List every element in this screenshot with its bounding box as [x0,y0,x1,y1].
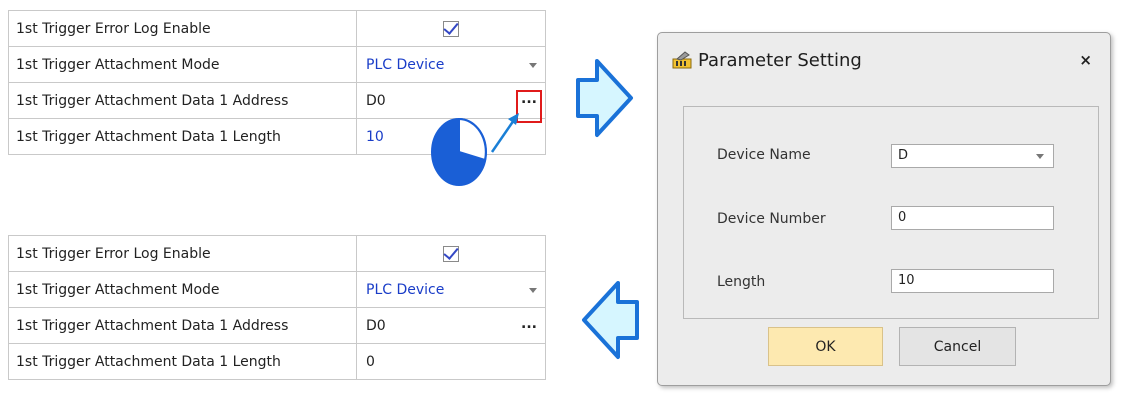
property-label: 1st Trigger Attachment Data 1 Address [9,308,357,344]
property-value: D0 ... [357,308,546,344]
chevron-down-icon[interactable] [1036,154,1044,159]
checkbox[interactable] [443,20,459,37]
property-label: 1st Trigger Error Log Enable [9,11,357,47]
pointer-arrow-icon [490,113,519,153]
ok-button[interactable]: OK [768,327,883,366]
property-label: 1st Trigger Attachment Data 1 Length [9,119,357,155]
property-label: 1st Trigger Attachment Mode [9,272,357,308]
length-label: Length [717,274,766,290]
chevron-down-icon[interactable] [529,62,537,68]
arrow-right-icon [576,59,633,137]
dropdown-value: PLC Device [366,281,445,298]
property-label: 1st Trigger Attachment Mode [9,47,357,83]
length-field[interactable]: 10 [891,269,1054,293]
parameter-setting-icon [672,51,692,69]
device-number-label: Device Number [717,211,826,227]
device-name-label: Device Name [717,147,811,163]
property-value [357,236,546,272]
property-label: 1st Trigger Attachment Data 1 Address [9,83,357,119]
device-name-select[interactable]: D [891,144,1054,168]
length-value: 10 [366,128,384,145]
address-value: D0 [366,92,386,109]
close-button[interactable]: × [1079,51,1092,69]
table-row: 1st Trigger Attachment Data 1 Address D0… [9,308,546,344]
ellipsis-button[interactable]: ... [521,316,537,332]
length-value: 0 [366,353,375,370]
device-number-field[interactable]: 0 [891,206,1054,230]
table-row: 1st Trigger Attachment Data 1 Length 0 [9,344,546,380]
property-label: 1st Trigger Error Log Enable [9,236,357,272]
dialog-title: Parameter Setting [698,50,862,71]
table-row: 1st Trigger Error Log Enable [9,11,546,47]
device-name-value: D [898,148,909,163]
address-value: D0 [366,317,386,334]
mode-dropdown[interactable]: PLC Device [357,272,546,308]
table-row: 1st Trigger Attachment Mode PLC Device [9,272,546,308]
length-field-value: 10 [898,273,915,288]
arrow-left-icon [582,281,639,359]
property-label: 1st Trigger Attachment Data 1 Length [9,344,357,380]
cancel-button[interactable]: Cancel [899,327,1016,366]
mode-dropdown[interactable]: PLC Device [357,47,546,83]
dropdown-value: PLC Device [366,56,445,73]
parameter-setting-dialog: Parameter Setting × Device Name D Device… [657,32,1111,386]
bottom-property-grid: 1st Trigger Error Log Enable 1st Trigger… [8,235,546,380]
device-number-value: 0 [898,210,907,225]
step-3-pie-icon [431,117,487,186]
table-row: 1st Trigger Attachment Mode PLC Device [9,47,546,83]
chevron-down-icon[interactable] [529,287,537,293]
table-row: 1st Trigger Attachment Data 1 Address D0… [9,83,546,119]
checkbox[interactable] [443,245,459,262]
table-row: 1st Trigger Error Log Enable [9,236,546,272]
property-value [357,11,546,47]
property-value[interactable]: 0 [357,344,546,380]
